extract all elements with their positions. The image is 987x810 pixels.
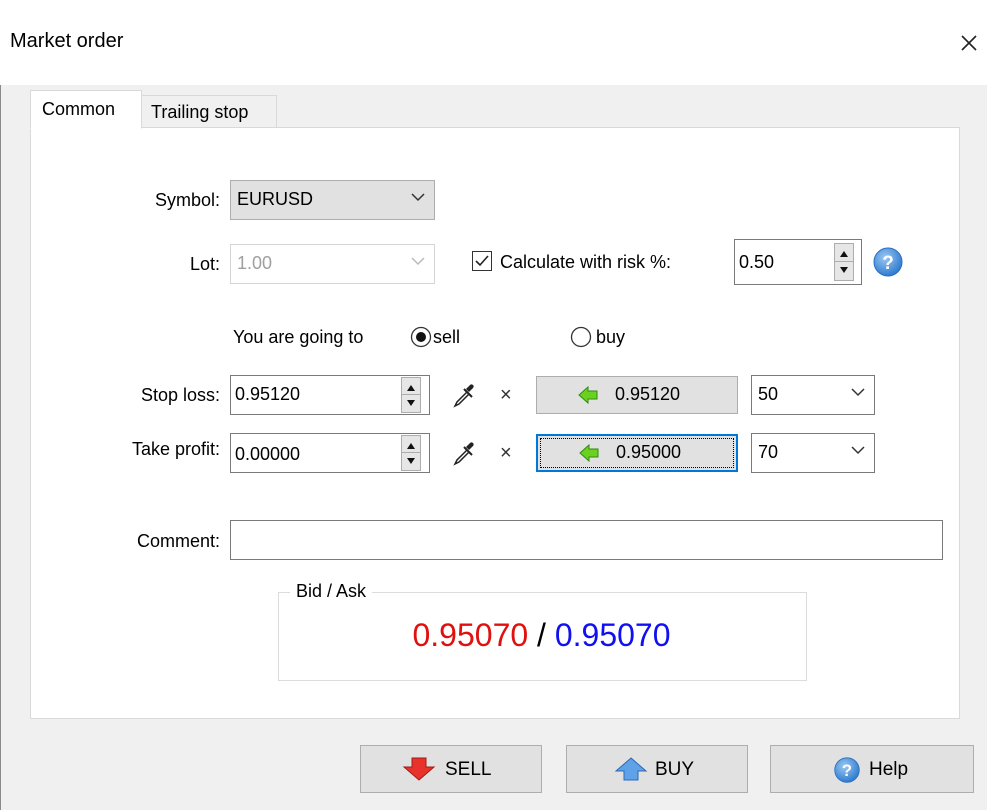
spin-down-icon: [407, 458, 415, 464]
take-profit-spinner[interactable]: [401, 435, 421, 471]
risk-checkbox[interactable]: [472, 251, 492, 271]
take-profit-label: Take profit:: [131, 439, 220, 459]
radio-sell[interactable]: [410, 326, 432, 348]
symbol-select[interactable]: EURUSD: [230, 180, 435, 220]
svg-text:?: ?: [882, 253, 894, 274]
take-profit-clear-button[interactable]: ×: [500, 442, 512, 465]
stop-loss-spinner[interactable]: [401, 377, 421, 413]
lot-select[interactable]: 1.00: [230, 244, 435, 284]
stop-loss-value: 0.95120: [235, 384, 301, 404]
bid-ask-prices: 0.95070 / 0.95070: [278, 617, 805, 654]
bid-ask-legend: Bid / Ask: [290, 581, 373, 602]
sell-button[interactable]: SELL: [360, 745, 542, 793]
take-profit-pick-button[interactable]: [449, 438, 479, 468]
spin-up-button[interactable]: [402, 436, 420, 453]
stop-loss-label: Stop loss:: [140, 385, 220, 405]
stop-loss-button-value: 0.95120: [615, 384, 681, 404]
risk-checkbox-label: Calculate with risk %:: [500, 252, 672, 272]
symbol-value: EURUSD: [237, 189, 314, 209]
risk-spinner[interactable]: [834, 243, 854, 281]
spin-down-button[interactable]: [402, 395, 420, 412]
chevron-down-icon: [851, 388, 865, 397]
stop-loss-points-value: 50: [758, 384, 779, 404]
stop-loss-points-select[interactable]: 50: [751, 375, 875, 415]
help-button-label: Help: [869, 759, 909, 780]
bid-price: 0.95070: [412, 617, 529, 653]
spin-down-button[interactable]: [402, 453, 420, 470]
spin-down-button[interactable]: [835, 262, 853, 280]
chevron-down-icon: [851, 446, 865, 455]
ask-price: 0.95070: [554, 617, 671, 653]
take-profit-set-button[interactable]: 0.95000: [536, 434, 738, 472]
arrow-up-icon: [614, 757, 648, 781]
help-button[interactable]: ? Help: [770, 745, 974, 793]
take-profit-points-select[interactable]: 70: [751, 433, 875, 473]
lot-value: 1.00: [237, 253, 273, 273]
radio-buy[interactable]: [570, 326, 592, 348]
arrow-left-icon: [579, 443, 599, 463]
chevron-down-icon: [411, 193, 425, 202]
buy-button[interactable]: BUY: [566, 745, 748, 793]
spin-up-button[interactable]: [402, 378, 420, 395]
radio-selected-icon: [410, 326, 432, 348]
stop-loss-set-button[interactable]: 0.95120: [536, 376, 738, 414]
help-icon: ?: [873, 247, 903, 277]
spin-up-button[interactable]: [835, 244, 853, 262]
help-risk-button[interactable]: ?: [872, 246, 904, 278]
spin-down-icon: [840, 267, 848, 273]
comment-input[interactable]: [230, 520, 943, 560]
spin-up-icon: [407, 443, 415, 449]
take-profit-points-value: 70: [758, 442, 779, 462]
arrow-down-icon: [402, 757, 436, 781]
risk-percent-value: 0.50: [739, 252, 775, 272]
chevron-down-icon: [411, 257, 425, 266]
help-icon: ?: [834, 757, 860, 783]
radio-buy-label: buy: [596, 327, 626, 347]
eyedropper-icon: [453, 442, 474, 466]
spin-down-icon: [407, 400, 415, 406]
spin-up-icon: [407, 385, 415, 391]
arrow-left-icon: [578, 385, 598, 405]
spin-up-icon: [840, 251, 848, 257]
lot-label: Lot:: [189, 254, 220, 274]
stop-loss-clear-button[interactable]: ×: [500, 384, 512, 407]
symbol-label: Symbol:: [154, 190, 220, 210]
bid-ask-separator: /: [528, 617, 555, 653]
buy-button-label: BUY: [655, 759, 695, 780]
stop-loss-pick-button[interactable]: [449, 380, 479, 410]
direction-label: You are going to: [233, 327, 364, 347]
radio-sell-label: sell: [433, 327, 461, 347]
stop-loss-input[interactable]: 0.95120: [230, 375, 430, 415]
sell-button-label: SELL: [445, 759, 492, 780]
comment-label: Comment:: [136, 531, 220, 551]
take-profit-input[interactable]: 0.00000: [230, 433, 430, 473]
take-profit-button-value: 0.95000: [616, 442, 682, 462]
take-profit-value: 0.00000: [235, 444, 301, 464]
svg-text:?: ?: [842, 761, 852, 780]
radio-unselected-icon: [570, 326, 592, 348]
check-icon: [475, 255, 489, 267]
eyedropper-icon: [453, 384, 474, 408]
